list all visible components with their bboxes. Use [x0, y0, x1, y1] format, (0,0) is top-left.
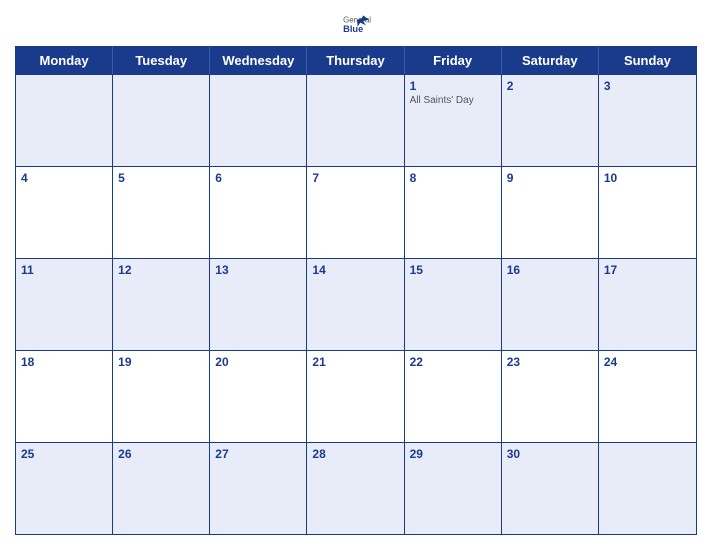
- day-number: 26: [118, 447, 131, 461]
- day-cell: 15: [405, 259, 502, 350]
- day-number: 13: [215, 263, 228, 277]
- day-cell: 9: [502, 167, 599, 258]
- day-number: 11: [21, 263, 34, 277]
- day-cell: 13: [210, 259, 307, 350]
- day-header-wednesday: Wednesday: [210, 47, 307, 74]
- day-number: 1: [410, 79, 417, 93]
- day-cell: 27: [210, 443, 307, 534]
- day-number: 16: [507, 263, 520, 277]
- weeks-container: 1All Saints' Day234567891011121314151617…: [16, 74, 696, 534]
- day-number: 15: [410, 263, 423, 277]
- day-cell: 26: [113, 443, 210, 534]
- day-cell: 24: [599, 351, 696, 442]
- day-cell: 10: [599, 167, 696, 258]
- day-number: 5: [118, 171, 125, 185]
- calendar-container: General Blue MondayTuesdayWednesdayThurs…: [0, 0, 712, 550]
- day-cell: 7: [307, 167, 404, 258]
- day-header-sunday: Sunday: [599, 47, 696, 74]
- day-event: All Saints' Day: [410, 95, 496, 106]
- day-number: 29: [410, 447, 423, 461]
- day-number: 17: [604, 263, 617, 277]
- week-row-2: 4 5 6 7 8 9 10: [16, 166, 696, 258]
- calendar-grid: MondayTuesdayWednesdayThursdayFridaySatu…: [15, 46, 697, 535]
- day-number: 24: [604, 355, 617, 369]
- day-header-monday: Monday: [16, 47, 113, 74]
- day-cell: 28: [307, 443, 404, 534]
- day-number: 28: [312, 447, 325, 461]
- day-number: 18: [21, 355, 34, 369]
- day-cell: 16: [502, 259, 599, 350]
- day-header-friday: Friday: [405, 47, 502, 74]
- day-cell: [210, 75, 307, 166]
- day-cell: 20: [210, 351, 307, 442]
- day-number: 12: [118, 263, 131, 277]
- day-cell: 29: [405, 443, 502, 534]
- calendar-header: General Blue: [15, 10, 697, 38]
- day-headers-row: MondayTuesdayWednesdayThursdayFridaySatu…: [16, 47, 696, 74]
- day-cell: 25: [16, 443, 113, 534]
- day-number: 22: [410, 355, 423, 369]
- day-number: 23: [507, 355, 520, 369]
- day-cell: 23: [502, 351, 599, 442]
- day-number: 2: [507, 79, 514, 93]
- day-number: 6: [215, 171, 222, 185]
- day-cell: [16, 75, 113, 166]
- day-number: 10: [604, 171, 617, 185]
- day-cell: 19: [113, 351, 210, 442]
- day-cell: 12: [113, 259, 210, 350]
- day-cell: 1 All Saints' Day: [405, 75, 502, 166]
- day-number: 14: [312, 263, 325, 277]
- logo-bird-icon: General Blue: [341, 14, 371, 34]
- day-cell: [113, 75, 210, 166]
- day-number: 9: [507, 171, 514, 185]
- day-number: 3: [604, 79, 611, 93]
- week-row-4: 18 19 20 21 22 23 24: [16, 350, 696, 442]
- day-cell: 14: [307, 259, 404, 350]
- svg-text:Blue: Blue: [343, 24, 363, 34]
- day-header-saturday: Saturday: [502, 47, 599, 74]
- day-cell: 4: [16, 167, 113, 258]
- day-number: 4: [21, 171, 28, 185]
- day-cell: 21: [307, 351, 404, 442]
- week-row-5: 25 26 27 28 29 30: [16, 442, 696, 534]
- day-cell: 8: [405, 167, 502, 258]
- day-cell: [599, 443, 696, 534]
- day-cell: 2: [502, 75, 599, 166]
- day-cell: 17: [599, 259, 696, 350]
- day-cell: [307, 75, 404, 166]
- day-header-thursday: Thursday: [307, 47, 404, 74]
- day-cell: 5: [113, 167, 210, 258]
- week-row-3: 11 12 13 14 15 16 17: [16, 258, 696, 350]
- day-cell: 6: [210, 167, 307, 258]
- day-cell: 11: [16, 259, 113, 350]
- day-number: 7: [312, 171, 319, 185]
- day-cell: 22: [405, 351, 502, 442]
- day-header-tuesday: Tuesday: [113, 47, 210, 74]
- day-number: 27: [215, 447, 228, 461]
- day-cell: 3: [599, 75, 696, 166]
- day-cell: 30: [502, 443, 599, 534]
- day-number: 21: [312, 355, 325, 369]
- day-number: 8: [410, 171, 417, 185]
- day-number: 20: [215, 355, 228, 369]
- day-cell: 18: [16, 351, 113, 442]
- day-number: 19: [118, 355, 131, 369]
- day-number: 30: [507, 447, 520, 461]
- logo: General Blue: [341, 14, 371, 34]
- week-row-1: 1 All Saints' Day 2 3: [16, 74, 696, 166]
- day-number: 25: [21, 447, 34, 461]
